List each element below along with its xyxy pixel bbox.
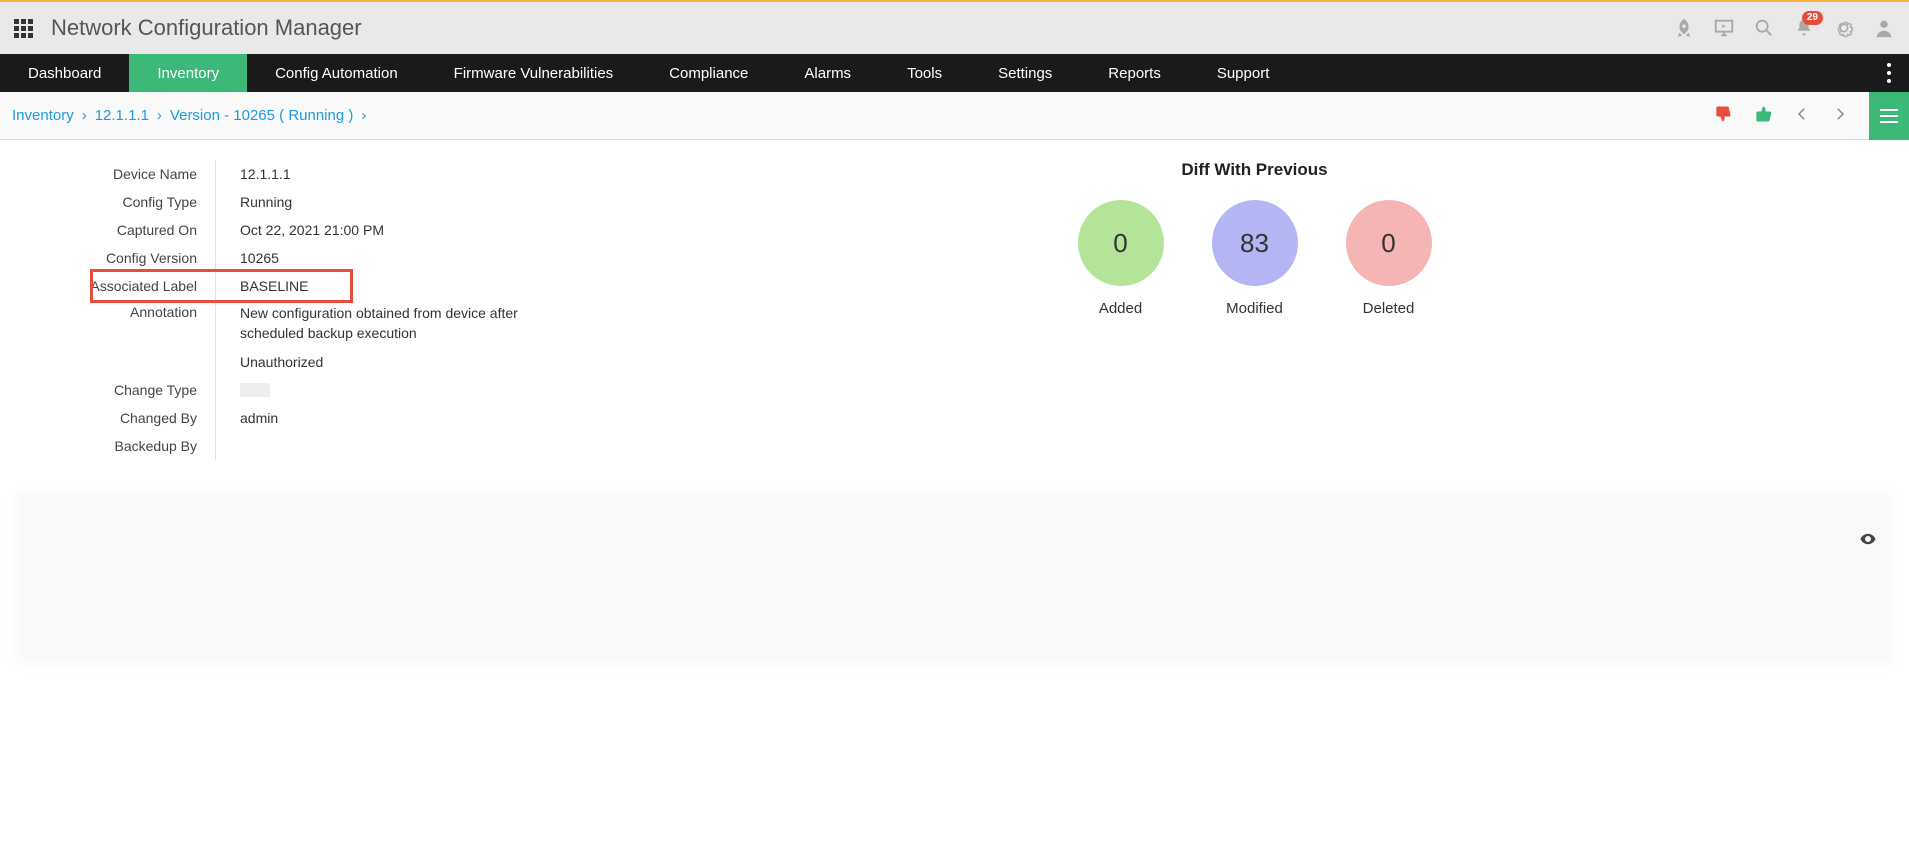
diff-modified-circle[interactable]: 83 (1212, 200, 1298, 286)
value-annotation: New configuration obtained from device a… (240, 300, 540, 348)
label-captured-on: Captured On (16, 216, 215, 244)
header-actions: 29 (1673, 17, 1895, 39)
nav-overflow-icon[interactable] (1879, 54, 1899, 92)
value-device-name: 12.1.1.1 (240, 160, 576, 188)
config-preview-blurred (16, 494, 1893, 664)
diff-modified-block: 83 Modified (1212, 200, 1298, 317)
label-annotation: Annotation (16, 300, 215, 348)
nav-tools[interactable]: Tools (879, 54, 970, 92)
diff-added-circle[interactable]: 0 (1078, 200, 1164, 286)
side-menu-toggle[interactable] (1869, 92, 1909, 140)
crumb-version[interactable]: Version - 10265 ( Running ) (170, 107, 353, 124)
diff-added-block: 0 Added (1078, 200, 1164, 317)
bell-icon[interactable]: 29 (1793, 17, 1815, 39)
sub-bar: Inventory › 12.1.1.1 › Version - 10265 (… (0, 92, 1909, 140)
label-config-type: Config Type (16, 188, 215, 216)
gear-icon[interactable] (1833, 17, 1855, 39)
nav-alarms[interactable]: Alarms (776, 54, 879, 92)
diff-deleted-circle[interactable]: 0 (1346, 200, 1432, 286)
diff-deleted-label: Deleted (1363, 300, 1415, 317)
sub-bar-actions (1713, 92, 1897, 140)
eye-icon[interactable] (1859, 530, 1877, 551)
search-icon[interactable] (1753, 17, 1775, 39)
top-header: Network Configuration Manager 29 (0, 0, 1909, 54)
nav-dashboard[interactable]: Dashboard (0, 54, 129, 92)
apps-grid-icon[interactable] (14, 19, 33, 38)
user-icon[interactable] (1873, 17, 1895, 39)
diff-panel: Diff With Previous 0 Added 83 Modified 0… (616, 160, 1893, 460)
chevron-right-icon: › (157, 107, 162, 124)
crumb-inventory[interactable]: Inventory (12, 107, 74, 124)
value-changed-by (240, 376, 576, 404)
value-config-type: Running (240, 188, 576, 216)
app-title: Network Configuration Manager (51, 15, 362, 41)
value-config-version: 10265 (240, 244, 576, 272)
details-panel: Device Name Config Type Captured On Conf… (16, 160, 576, 460)
nav-compliance[interactable]: Compliance (641, 54, 776, 92)
crumb-ip[interactable]: 12.1.1.1 (95, 107, 149, 124)
diff-title: Diff With Previous (1181, 160, 1327, 180)
breadcrumb: Inventory › 12.1.1.1 › Version - 10265 (… (12, 107, 366, 124)
next-button[interactable] (1831, 105, 1849, 126)
nav-settings[interactable]: Settings (970, 54, 1080, 92)
label-config-version: Config Version (16, 244, 215, 272)
label-backedup-by: Backedup By (16, 432, 215, 460)
notification-badge: 29 (1802, 11, 1823, 25)
diff-deleted-block: 0 Deleted (1346, 200, 1432, 317)
presentation-icon[interactable] (1713, 17, 1735, 39)
value-change-type: Unauthorized (240, 348, 576, 376)
main-nav: Dashboard Inventory Config Automation Fi… (0, 54, 1909, 92)
label-device-name: Device Name (16, 160, 215, 188)
nav-support[interactable]: Support (1189, 54, 1298, 92)
config-preview-wrapper (0, 494, 1909, 664)
prev-button[interactable] (1793, 105, 1811, 126)
rocket-icon[interactable] (1673, 17, 1695, 39)
label-associated-label: Associated Label (16, 272, 215, 300)
diff-circles: 0 Added 83 Modified 0 Deleted (1078, 200, 1432, 317)
content-area: Device Name Config Type Captured On Conf… (0, 140, 1909, 490)
value-captured-on: Oct 22, 2021 21:00 PM (240, 216, 576, 244)
value-backedup-by: admin (240, 404, 576, 432)
nav-inventory[interactable]: Inventory (129, 54, 247, 92)
label-change-type: Change Type (16, 376, 215, 404)
value-associated-label: BASELINE (240, 272, 576, 300)
redacted-value (240, 383, 270, 397)
chevron-right-icon: › (361, 107, 366, 124)
details-values: 12.1.1.1 Running Oct 22, 2021 21:00 PM 1… (216, 160, 576, 460)
chevron-right-icon: › (82, 107, 87, 124)
diff-added-label: Added (1099, 300, 1142, 317)
label-changed-by: Changed By (16, 404, 215, 432)
details-labels: Device Name Config Type Captured On Conf… (16, 160, 216, 460)
nav-firmware-vulnerabilities[interactable]: Firmware Vulnerabilities (426, 54, 642, 92)
diff-modified-label: Modified (1226, 300, 1283, 317)
nav-reports[interactable]: Reports (1080, 54, 1189, 92)
nav-config-automation[interactable]: Config Automation (247, 54, 426, 92)
thumbs-up-icon[interactable] (1753, 104, 1773, 127)
thumbs-down-icon[interactable] (1713, 104, 1733, 127)
